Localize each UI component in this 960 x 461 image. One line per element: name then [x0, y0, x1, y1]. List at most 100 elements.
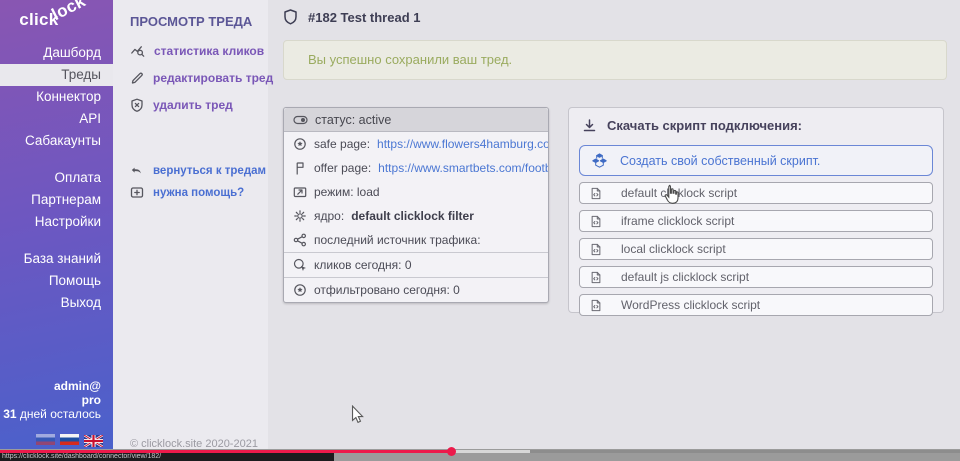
- sidebar-item-dashboard[interactable]: Дашборд: [0, 42, 113, 64]
- script-button-label: default clicklock script: [621, 186, 737, 200]
- download-icon: [582, 118, 597, 133]
- sidebar-item-threads[interactable]: Треды: [0, 64, 113, 86]
- row-text: режим: load: [314, 185, 380, 199]
- row-text: последний источник трафика:: [314, 233, 481, 247]
- script-button-wordpress[interactable]: WordPress clicklock script: [579, 294, 933, 316]
- menu-item-label: удалить тред: [153, 98, 233, 112]
- row-text: отфильтровано сегодня: 0: [314, 283, 460, 297]
- cubes-icon: [591, 153, 608, 168]
- filtered-today-row: отфильтровано сегодня: 0: [284, 277, 548, 302]
- click-stats-icon: [130, 44, 145, 58]
- menu-item-label: статистика кликов: [154, 44, 264, 58]
- account-plan: pro: [3, 393, 101, 407]
- award-icon: [293, 137, 307, 151]
- create-custom-script-button[interactable]: Создать свой собственный скрипт.: [579, 145, 933, 176]
- row-label: ядро:: [314, 209, 344, 223]
- menu-item-edit-thread[interactable]: редактировать тред: [130, 71, 273, 85]
- menu-link-label: нужна помощь?: [153, 187, 244, 199]
- row-label: safe page:: [314, 137, 370, 151]
- nav-divider: [0, 152, 113, 167]
- sidebar-item-payment[interactable]: Оплата: [0, 167, 113, 189]
- app-window: clicklock Дашборд Треды Коннектор API Са…: [0, 0, 960, 461]
- menu-item-click-stats[interactable]: статистика кликов: [130, 44, 264, 58]
- sidebar-item-partners[interactable]: Партнерам: [0, 189, 113, 211]
- menu-item-label: редактировать тред: [153, 71, 273, 85]
- file-code-icon: [590, 215, 602, 228]
- offer-page-link[interactable]: https://www.smartbets.com/football/tea..…: [378, 161, 548, 175]
- flag-russia-faded-icon[interactable]: [36, 434, 55, 445]
- mode-row: режим: load: [284, 180, 548, 204]
- account-email: admin@: [3, 379, 101, 393]
- script-button-label: iframe clicklock script: [621, 214, 734, 228]
- script-button-default[interactable]: default clicklock script: [579, 182, 933, 204]
- menu-item-delete-thread[interactable]: удалить тред: [130, 98, 233, 112]
- sidebar-item-connector[interactable]: Коннектор: [0, 86, 113, 108]
- award-icon: [293, 283, 307, 297]
- page-header: #182 Test thread 1: [283, 9, 420, 26]
- core-value: default clicklock filter: [351, 209, 474, 223]
- main-content: #182 Test thread 1 Вы успешно сохранили …: [268, 0, 960, 449]
- script-button-label: default js clicklock script: [621, 270, 749, 284]
- safe-page-row: safe page: https://www.flowers4hamburg.c…: [284, 132, 548, 156]
- traffic-share-icon: [293, 233, 307, 247]
- download-header: Скачать скрипт подключения:: [582, 118, 943, 133]
- shield-x-icon: [130, 98, 144, 112]
- menu-link-label: вернуться к тредам: [153, 165, 266, 177]
- toggle-icon: [293, 113, 308, 127]
- create-custom-script-label: Создать свой собственный скрипт.: [620, 154, 820, 168]
- account-days-left: 31 дней осталось: [3, 407, 101, 421]
- help-plus-icon: [130, 186, 144, 199]
- sidebar: clicklock Дашборд Треды Коннектор API Са…: [0, 0, 113, 449]
- offer-page-row: offer page: https://www.smartbets.com/fo…: [284, 156, 548, 180]
- sidebar-item-api[interactable]: API: [0, 108, 113, 130]
- clicks-today-row: кликов сегодня: 0: [284, 252, 548, 277]
- menu-link-back-to-threads[interactable]: вернуться к тредам: [130, 165, 266, 177]
- download-scripts-card: Скачать скрипт подключения: Создать свой…: [568, 107, 944, 313]
- language-switcher: [36, 434, 103, 445]
- clicklock-logo[interactable]: clicklock: [0, 10, 113, 30]
- sidebar-item-subaccounts[interactable]: Сабакаунты: [0, 130, 113, 152]
- file-code-icon: [590, 187, 602, 200]
- account-info: admin@ pro 31 дней осталось: [3, 379, 101, 421]
- script-button-default-js[interactable]: default js clicklock script: [579, 266, 933, 288]
- panel-title: ПРОСМОТР ТРЕДА: [130, 14, 252, 29]
- offer-flag-icon: [293, 161, 307, 175]
- row-text: кликов сегодня: 0: [314, 258, 412, 272]
- sidebar-item-knowledge-base[interactable]: База знаний: [0, 248, 113, 270]
- file-code-icon: [590, 271, 602, 284]
- shield-icon: [283, 9, 298, 26]
- status-text: статус: active: [315, 113, 391, 127]
- success-alert: Вы успешно сохранили ваш тред.: [283, 40, 947, 80]
- script-button-label: local clicklock script: [621, 242, 726, 256]
- thread-menu-panel: ПРОСМОТР ТРЕДА статистика кликов редакти…: [113, 0, 268, 449]
- flag-russia-icon[interactable]: [60, 434, 79, 445]
- video-player-bar: https://clicklock.site/dashboard/connect…: [0, 449, 960, 461]
- script-button-iframe[interactable]: iframe clicklock script: [579, 210, 933, 232]
- sidebar-item-logout[interactable]: Выход: [0, 292, 113, 314]
- row-label: offer page:: [314, 161, 371, 175]
- core-row: ядро: default clicklock filter: [284, 204, 548, 228]
- thread-info-card: статус: active safe page: https://www.fl…: [283, 107, 549, 303]
- file-code-icon: [590, 243, 602, 256]
- status-header: статус: active: [284, 108, 548, 132]
- gear-icon: [293, 209, 307, 223]
- traffic-source-row: последний источник трафика:: [284, 228, 548, 252]
- page-title: #182 Test thread 1: [308, 10, 420, 25]
- video-scrubber-dot[interactable]: [447, 447, 456, 456]
- sidebar-item-help[interactable]: Помощь: [0, 270, 113, 292]
- sidebar-item-settings[interactable]: Настройки: [0, 211, 113, 233]
- pencil-icon: [130, 71, 144, 85]
- script-button-label: WordPress clicklock script: [621, 298, 760, 312]
- script-button-local[interactable]: local clicklock script: [579, 238, 933, 260]
- mode-icon: [293, 185, 307, 199]
- undo-icon: [130, 165, 144, 177]
- flag-uk-icon[interactable]: [84, 434, 103, 445]
- safe-page-link[interactable]: https://www.flowers4hamburg.com/: [377, 137, 548, 151]
- status-url-text: https://clicklock.site/dashboard/connect…: [0, 453, 334, 461]
- download-title: Скачать скрипт подключения:: [607, 118, 802, 133]
- sidebar-nav: Дашборд Треды Коннектор API Сабакаунты О…: [0, 42, 113, 314]
- clicks-icon: [293, 258, 307, 272]
- nav-divider: [0, 233, 113, 248]
- file-code-icon: [590, 299, 602, 312]
- menu-link-need-help[interactable]: нужна помощь?: [130, 186, 244, 199]
